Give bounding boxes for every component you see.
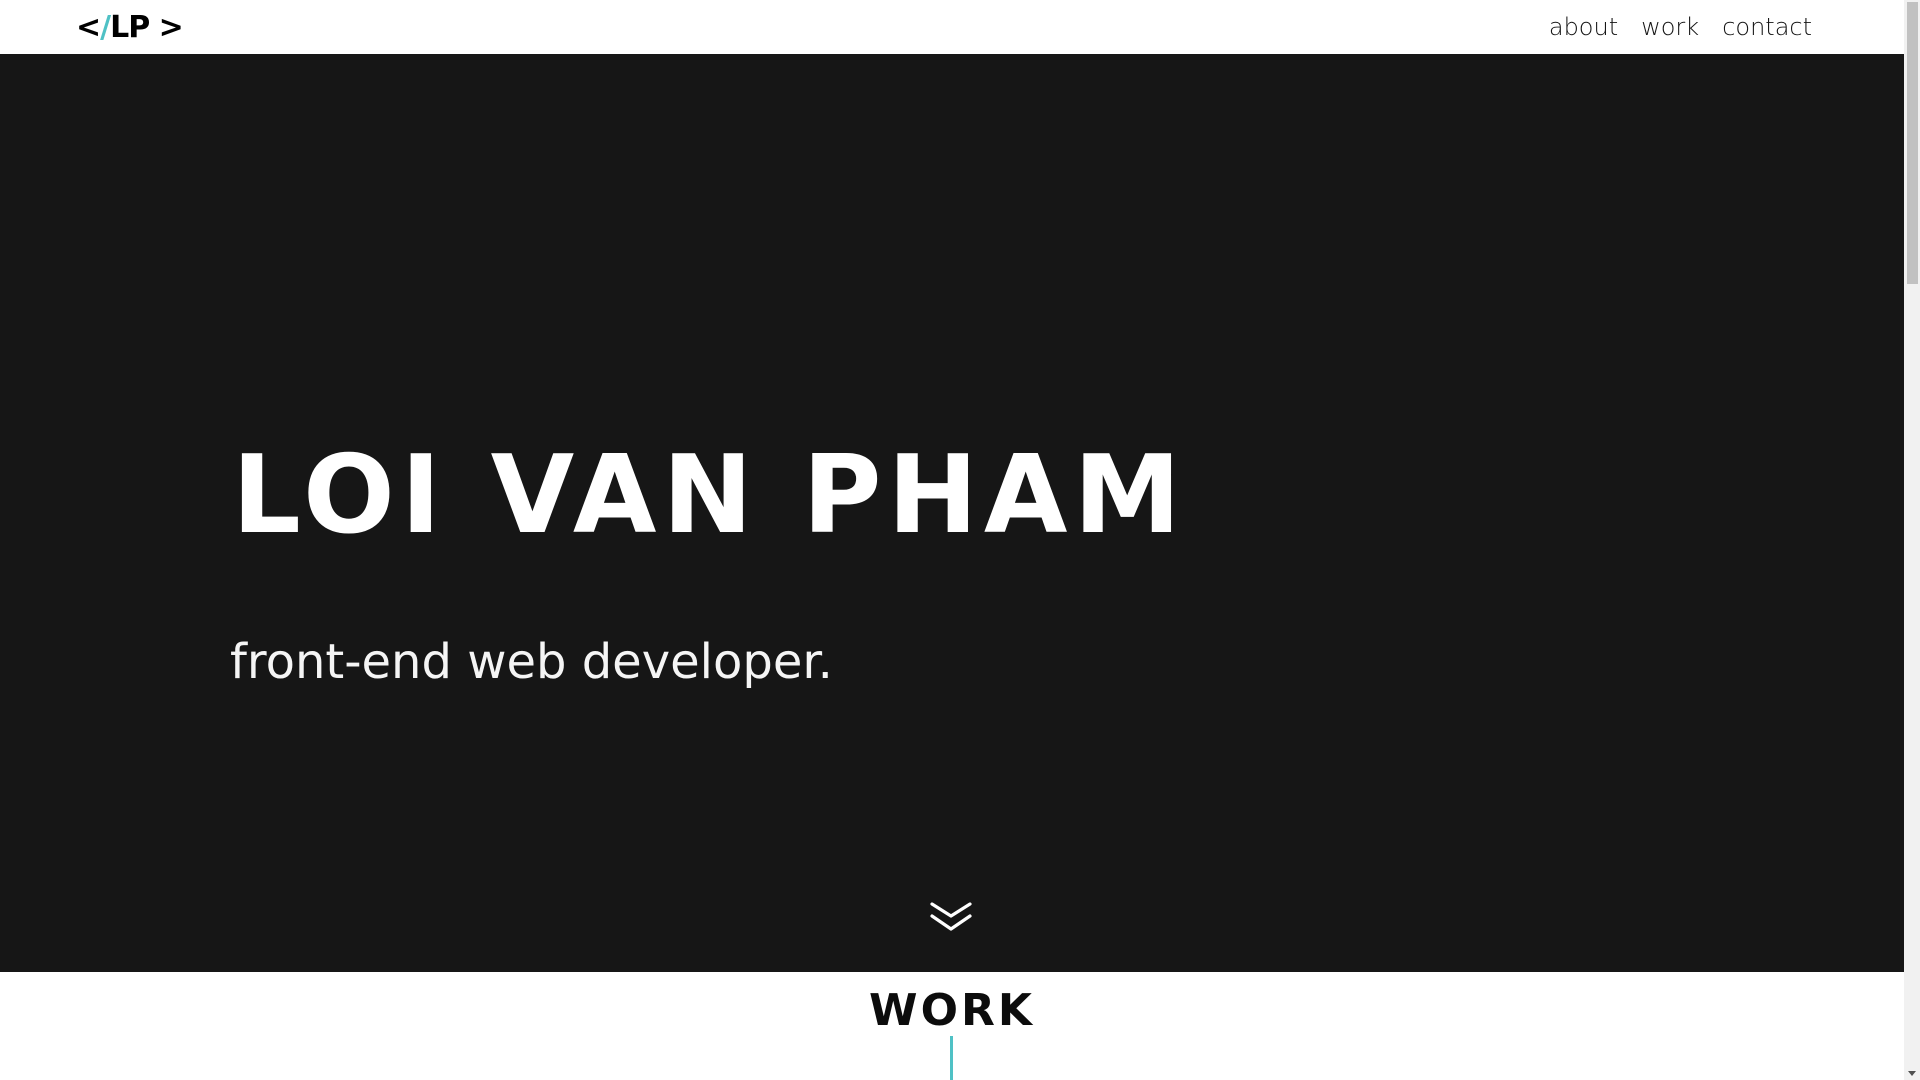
work-section: WORK [0,972,1904,1080]
site-logo[interactable]: < / LP > [76,9,184,45]
nav-link-about[interactable]: about [1549,10,1618,44]
scroll-down-arrow-icon[interactable] [1908,1071,1916,1076]
nav-link-contact[interactable]: contact [1722,10,1812,44]
nav-link-work[interactable]: work [1641,10,1699,44]
top-navbar: < / LP > about work contact [0,0,1904,54]
vertical-scrollbar[interactable] [1904,0,1920,1080]
logo-close-bracket: > [149,9,184,45]
hero-section: LOI VAN PHAM front-end web developer. [0,54,1904,972]
scrollbar-thumb[interactable] [1907,2,1918,284]
work-divider-line [950,1036,953,1080]
hero-name: LOI VAN PHAM [232,433,1187,558]
page: < / LP > about work contact LOI VAN PHAM f… [0,0,1920,1080]
double-chevron-down-icon[interactable] [928,898,974,938]
double-chevron-down-icon-svg [930,902,972,931]
logo-open-bracket: < [76,9,101,45]
hero-subtitle: front-end web developer. [230,634,833,690]
work-heading: WORK [869,985,1035,1036]
nav-links: about work contact [1549,10,1812,44]
logo-slash: / [100,9,111,45]
logo-initials: LP [110,9,150,45]
